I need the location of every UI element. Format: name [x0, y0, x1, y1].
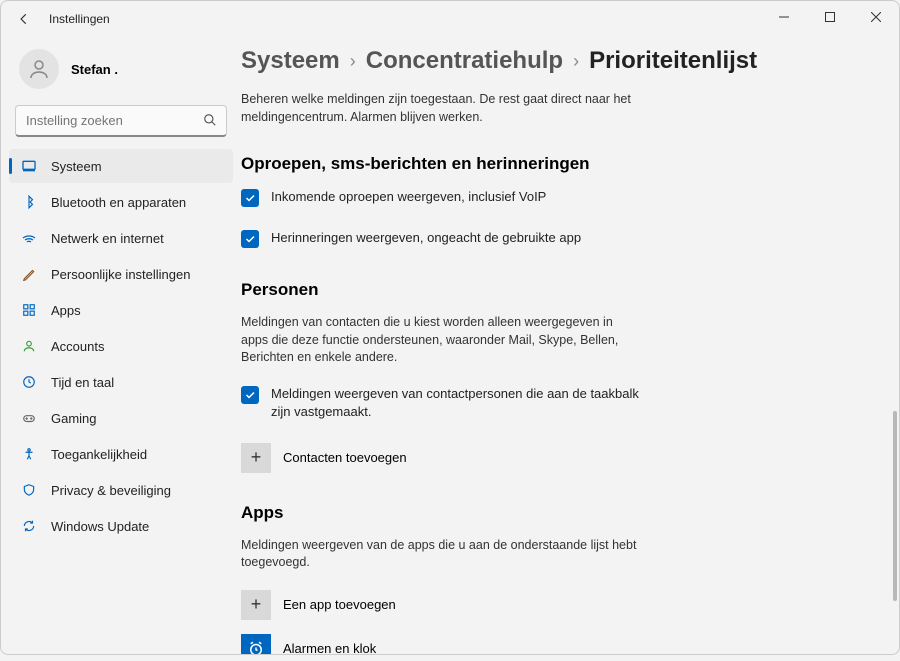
user-name: Stefan . [71, 62, 118, 77]
search-box [15, 105, 227, 137]
sidebar-item-label: Gaming [51, 411, 97, 426]
sidebar-item-label: Systeem [51, 159, 102, 174]
sidebar-item-systeem[interactable]: Systeem [9, 149, 233, 183]
sidebar-item-label: Netwerk en internet [51, 231, 164, 246]
sidebar-item-label: Windows Update [51, 519, 149, 534]
checkbox-label: Inkomende oproepen weergeven, inclusief … [271, 188, 546, 206]
breadcrumb-current: Prioriteitenlijst [589, 47, 757, 75]
search-input[interactable] [15, 105, 227, 137]
checkbox-label: Meldingen weergeven van contactpersonen … [271, 385, 661, 421]
checkbox-reminders[interactable] [241, 230, 259, 248]
section-people-desc: Meldingen van contacten die u kiest word… [241, 314, 641, 367]
sidebar-item-toegankelijkheid[interactable]: Toegankelijkheid [9, 437, 233, 471]
close-button[interactable] [853, 1, 899, 33]
sidebar-item-label: Bluetooth en apparaten [51, 195, 186, 210]
content: Systeem › Concentratiehulp › Prioriteite… [241, 37, 899, 654]
breadcrumb: Systeem › Concentratiehulp › Prioriteite… [241, 47, 869, 75]
apps-icon [21, 302, 37, 318]
sidebar-item-accounts[interactable]: Accounts [9, 329, 233, 363]
add-contacts-button[interactable]: + [241, 443, 271, 473]
system-icon [21, 158, 37, 174]
sidebar-item-label: Accounts [51, 339, 104, 354]
sidebar-item-persoonlijk[interactable]: Persoonlijke instellingen [9, 257, 233, 291]
sidebar-item-apps[interactable]: Apps [9, 293, 233, 327]
chevron-right-icon: › [573, 51, 579, 72]
gaming-icon [21, 410, 37, 426]
minimize-button[interactable] [761, 1, 807, 33]
page-description: Beheren welke meldingen zijn toegestaan.… [241, 91, 641, 126]
bluetooth-icon [21, 194, 37, 210]
user-profile[interactable]: Stefan . [9, 41, 233, 105]
privacy-icon [21, 482, 37, 498]
sidebar-item-label: Toegankelijkheid [51, 447, 147, 462]
sidebar-item-label: Apps [51, 303, 81, 318]
app-label: Alarmen en klok [283, 641, 376, 654]
time-icon [21, 374, 37, 390]
section-apps-title: Apps [241, 503, 869, 523]
sidebar-item-netwerk[interactable]: Netwerk en internet [9, 221, 233, 255]
add-contacts-label: Contacten toevoegen [283, 450, 407, 465]
avatar [19, 49, 59, 89]
add-app-button[interactable]: + [241, 590, 271, 620]
section-people-title: Personen [241, 280, 869, 300]
section-apps-desc: Meldingen weergeven van de apps die u aa… [241, 537, 641, 572]
section-calls-title: Oproepen, sms-berichten en herinneringen [241, 154, 869, 174]
accessibility-icon [21, 446, 37, 462]
window-title: Instellingen [49, 12, 110, 26]
update-icon [21, 518, 37, 534]
window-controls [761, 1, 899, 33]
breadcrumb-systeem[interactable]: Systeem [241, 47, 340, 75]
network-icon [21, 230, 37, 246]
settings-window: Instellingen Stefan . [0, 0, 900, 655]
nav: Systeem Bluetooth en apparaten Netwerk e… [9, 149, 233, 543]
checkbox-incoming-calls[interactable] [241, 189, 259, 207]
sidebar-item-privacy[interactable]: Privacy & beveiliging [9, 473, 233, 507]
sidebar-item-update[interactable]: Windows Update [9, 509, 233, 543]
back-button[interactable] [9, 4, 39, 34]
accounts-icon [21, 338, 37, 354]
maximize-button[interactable] [807, 1, 853, 33]
chevron-right-icon: › [350, 51, 356, 72]
app-list-item[interactable]: Alarmen en klok [241, 634, 869, 654]
sidebar-item-label: Privacy & beveiliging [51, 483, 171, 498]
checkbox-label: Herinneringen weergeven, ongeacht de geb… [271, 229, 581, 247]
titlebar: Instellingen [1, 1, 899, 37]
checkbox-pinned-contacts[interactable] [241, 386, 259, 404]
scrollbar-thumb[interactable] [893, 411, 897, 601]
sidebar-item-bluetooth[interactable]: Bluetooth en apparaten [9, 185, 233, 219]
alarms-clock-icon [241, 634, 271, 654]
personalization-icon [21, 266, 37, 282]
sidebar-item-tijd[interactable]: Tijd en taal [9, 365, 233, 399]
add-app-label: Een app toevoegen [283, 597, 396, 612]
sidebar-item-gaming[interactable]: Gaming [9, 401, 233, 435]
breadcrumb-concentratiehulp[interactable]: Concentratiehulp [366, 47, 563, 75]
sidebar: Stefan . Systeem Bluetooth en apparaten … [1, 37, 241, 654]
sidebar-item-label: Persoonlijke instellingen [51, 267, 190, 282]
sidebar-item-label: Tijd en taal [51, 375, 114, 390]
